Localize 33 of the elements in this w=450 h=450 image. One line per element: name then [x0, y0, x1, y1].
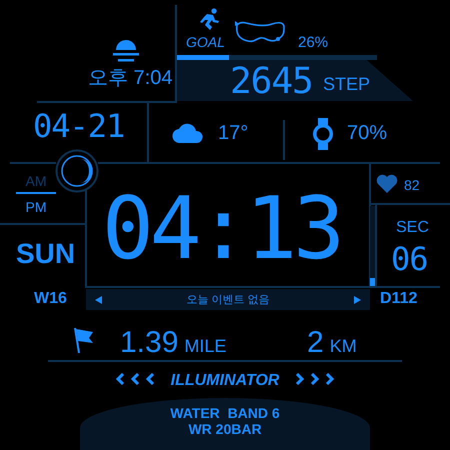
heart-icon — [376, 174, 398, 194]
meridiem-label: PM — [26, 200, 46, 214]
step-unit: STEP — [323, 75, 370, 93]
heart-rate: 82 — [404, 178, 420, 192]
sunset-icon — [111, 37, 141, 63]
cloud-icon — [172, 122, 204, 144]
left-arrow-icon[interactable] — [95, 296, 102, 304]
watch-icon — [313, 118, 333, 150]
distance-value: 1.39 — [120, 326, 178, 360]
clock-time: 04:13 — [102, 186, 341, 272]
seconds-label: SEC — [396, 220, 429, 236]
distance-value: 2 — [307, 326, 324, 360]
model-text: WR 20BAR — [188, 421, 262, 437]
right-arrow-icon[interactable] — [354, 296, 361, 304]
week-number: W16 — [34, 291, 67, 307]
temperature: 17° — [218, 123, 248, 143]
runner-icon — [198, 8, 220, 30]
distance-unit: MILE — [184, 336, 226, 357]
day-of-year: D112 — [380, 291, 418, 307]
brand-name: ILLUMINATOR — [170, 372, 280, 390]
event-text: 오늘 이벤트 없음 — [186, 293, 270, 307]
meridiem-label: AM — [26, 174, 46, 188]
goal-label: GOAL — [186, 35, 225, 49]
date: 04-21 — [33, 110, 124, 142]
seconds-value: 06 — [391, 243, 428, 275]
goal-percent: 26% — [298, 35, 328, 50]
step-count: 2645 — [230, 64, 313, 100]
flag-icon — [73, 327, 95, 353]
battery-percent: 70% — [347, 123, 388, 143]
model-text: WATER BAND 6 — [170, 405, 280, 421]
weekday: SUN — [16, 240, 76, 268]
sunset-time: 오후 7:04 — [88, 68, 172, 88]
distance-unit: KM — [330, 336, 357, 357]
